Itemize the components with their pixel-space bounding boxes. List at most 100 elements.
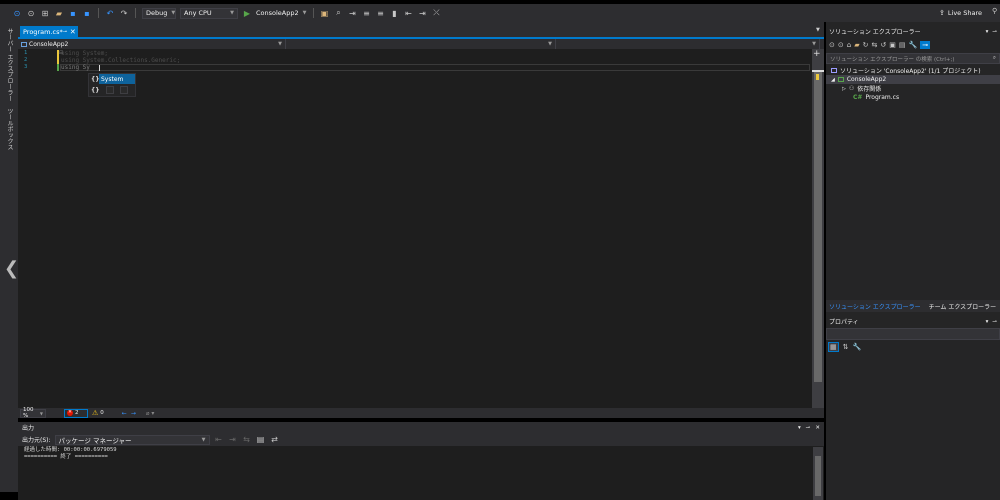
platform-value: Any CPU	[184, 9, 212, 17]
toolbox-tab[interactable]: ツールボックス	[5, 108, 14, 150]
solution-explorer-title-bar: ソリューション エクスプローラー ▾ ⊸	[826, 26, 1000, 37]
back-icon[interactable]: ⊙	[829, 41, 835, 49]
browser-link-icon[interactable]: ▣	[320, 9, 330, 18]
properties-object-select[interactable]	[826, 328, 1000, 340]
expanded-arrow-icon[interactable]: ◢	[831, 77, 835, 83]
class-filter-icon[interactable]	[105, 86, 114, 94]
output-text[interactable]: 経過した時間: 00:00:00.6979059 ========== 終了 =…	[24, 447, 117, 461]
switch-views-icon[interactable]: ▰	[854, 41, 859, 49]
namespace-filter-icon[interactable]: {}	[91, 87, 100, 94]
close-icon[interactable]: ✕	[70, 28, 76, 36]
close-icon[interactable]: ✕	[815, 425, 820, 431]
editor-scroll-thumb[interactable]	[814, 72, 822, 382]
comment-icon[interactable]: ≡	[362, 9, 372, 18]
tree-item-label: ソリューション 'ConsoleApp2' (1/1 プロジェクト)	[840, 68, 981, 75]
live-share-button[interactable]: ⇪ Live Share	[939, 4, 982, 22]
history-icon[interactable]: ↻	[863, 41, 869, 49]
chevron-down-icon[interactable]: ▾	[986, 29, 989, 35]
go-to-next-icon[interactable]: ⇥	[228, 435, 238, 444]
chevron-left-icon[interactable]: ❮	[4, 258, 19, 279]
chevron-down-icon[interactable]: ▼	[303, 10, 307, 16]
previous-issue-icon[interactable]: ←	[122, 410, 127, 417]
chevron-down-icon[interactable]: ▾	[798, 425, 801, 431]
sync-icon[interactable]: ⇆	[871, 41, 877, 49]
solution-search-input[interactable]: ソリューション エクスプローラー の検索 (Ctrl+;) ⌕	[826, 53, 1000, 64]
type-nav-select[interactable]: ▼	[288, 39, 556, 49]
navigate-back-icon[interactable]: ⊙	[12, 9, 22, 18]
run-target-button[interactable]: ConsoleApp2	[256, 9, 299, 17]
show-all-files-icon[interactable]: ▤	[899, 41, 906, 49]
redo-icon[interactable]: ↷	[119, 9, 129, 18]
pin-icon[interactable]: ⊸	[806, 425, 811, 431]
tree-item-project[interactable]: ◢ ConsoleApp2	[826, 75, 1000, 84]
output-scroll-thumb[interactable]	[815, 456, 821, 496]
collapsed-arrow-icon[interactable]: ▷	[842, 86, 846, 92]
se-window-controls: ▾ ⊸	[986, 29, 997, 35]
account-icon[interactable]: ⚲	[992, 7, 997, 15]
tree-item-program-cs[interactable]: C# Program.cs	[853, 93, 899, 102]
search-icon: ⌕	[992, 55, 996, 61]
save-all-icon[interactable]: ▪	[82, 9, 92, 18]
start-debug-icon[interactable]: ▶	[242, 9, 252, 18]
code-line[interactable]: using System.Collections.Generic;	[61, 57, 180, 64]
properties-icon[interactable]: 🔧	[908, 41, 917, 49]
pin-icon[interactable]: ⊸	[63, 29, 67, 35]
properties-title: プロパティ	[829, 319, 859, 326]
project-nav-select[interactable]: ConsoleApp2 ▼	[18, 39, 286, 49]
output-window-controls: ▾ ⊸ ✕	[798, 425, 820, 431]
go-to-previous-icon[interactable]: ⇤	[214, 435, 224, 444]
project-nav-label: ConsoleApp2	[21, 41, 68, 48]
clear-output-icon[interactable]: ⇆	[242, 435, 252, 444]
completion-item-label[interactable]: System	[99, 74, 135, 84]
open-file-icon[interactable]: ▰	[54, 9, 64, 18]
categorized-icon[interactable]: ▦	[828, 342, 839, 352]
undo-icon[interactable]: ↶	[105, 9, 115, 18]
interface-filter-icon[interactable]	[119, 86, 128, 94]
code-line[interactable]: using System;	[61, 50, 108, 57]
pin-icon[interactable]: ⊸	[992, 319, 997, 325]
server-explorer-tab[interactable]: サーバー エクスプローラー	[5, 28, 14, 102]
property-pages-icon[interactable]: 🔧	[853, 343, 862, 351]
split-editor-icon[interactable]: +	[813, 49, 821, 59]
error-count-button[interactable]: ✕ 2	[64, 408, 88, 418]
next-bookmark-icon[interactable]: ⇥	[418, 9, 428, 18]
output-source-select[interactable]: パッケージ マネージャー ▼	[54, 434, 210, 445]
warning-count-button[interactable]: ⚠ 0	[92, 409, 104, 417]
tab-program-cs[interactable]: Program.cs* ⊸ ✕	[20, 26, 78, 37]
save-icon[interactable]: ▪	[68, 9, 78, 18]
code-editor[interactable]	[18, 49, 824, 408]
refresh-icon[interactable]: ↺	[880, 41, 886, 49]
solution-explorer-toolbar: ⊙ ⊙ ⌂ ▰ ↻ ⇆ ↺ ▣ ▤ 🔧 ⊸	[826, 38, 1000, 51]
tab-overflow-icon[interactable]: ▼	[816, 27, 820, 33]
clear-all-icon[interactable]: ▤	[256, 435, 266, 444]
forward-icon[interactable]: ⊙	[838, 41, 844, 49]
tab-team-explorer[interactable]: チーム エクスプローラー	[926, 300, 1000, 312]
member-nav-select[interactable]: ▼	[558, 39, 820, 49]
editor-status-strip: 100 % ▼ ✕ 2 ⚠ 0 ← → ⌀ ▾	[18, 407, 824, 419]
prev-bookmark-icon[interactable]: ⇤	[404, 9, 414, 18]
new-project-icon[interactable]: ⊞	[40, 9, 50, 18]
navigate-forward-icon[interactable]: ⊙	[26, 9, 36, 18]
step-icon[interactable]: ⇥	[348, 9, 358, 18]
alphabetical-icon[interactable]: ⇅	[843, 343, 849, 351]
tab-solution-explorer[interactable]: ソリューション エクスプローラー	[826, 300, 924, 312]
home-icon[interactable]: ⌂	[847, 41, 851, 49]
word-wrap-icon[interactable]: ⇄	[270, 435, 280, 444]
zoom-select[interactable]: 100 % ▼	[20, 407, 46, 419]
tree-item-label: 依存関係	[857, 86, 882, 93]
tree-item-solution[interactable]: ソリューション 'ConsoleApp2' (1/1 プロジェクト)	[831, 66, 981, 75]
code-cleanup-icon[interactable]: ⌀ ▾	[146, 410, 155, 417]
platform-select[interactable]: Any CPU ▼	[180, 7, 238, 19]
configuration-select[interactable]: Debug ▼	[142, 7, 176, 19]
find-icon[interactable]: ⌕	[334, 8, 344, 18]
preview-selected-icon[interactable]: ⊸	[920, 40, 931, 49]
clear-bookmarks-icon[interactable]: ⤫	[432, 8, 442, 18]
bookmark-icon[interactable]: ▮	[390, 9, 400, 18]
tree-item-dependencies[interactable]: ▷ ⚇ 依存関係	[842, 84, 881, 93]
collapse-all-icon[interactable]: ▣	[889, 41, 896, 49]
pin-icon[interactable]: ⊸	[992, 29, 997, 35]
code-line-current[interactable]: using Sy	[61, 64, 90, 71]
next-issue-icon[interactable]: →	[131, 410, 136, 417]
chevron-down-icon[interactable]: ▾	[986, 319, 989, 325]
uncomment-icon[interactable]: ≡	[376, 9, 386, 18]
